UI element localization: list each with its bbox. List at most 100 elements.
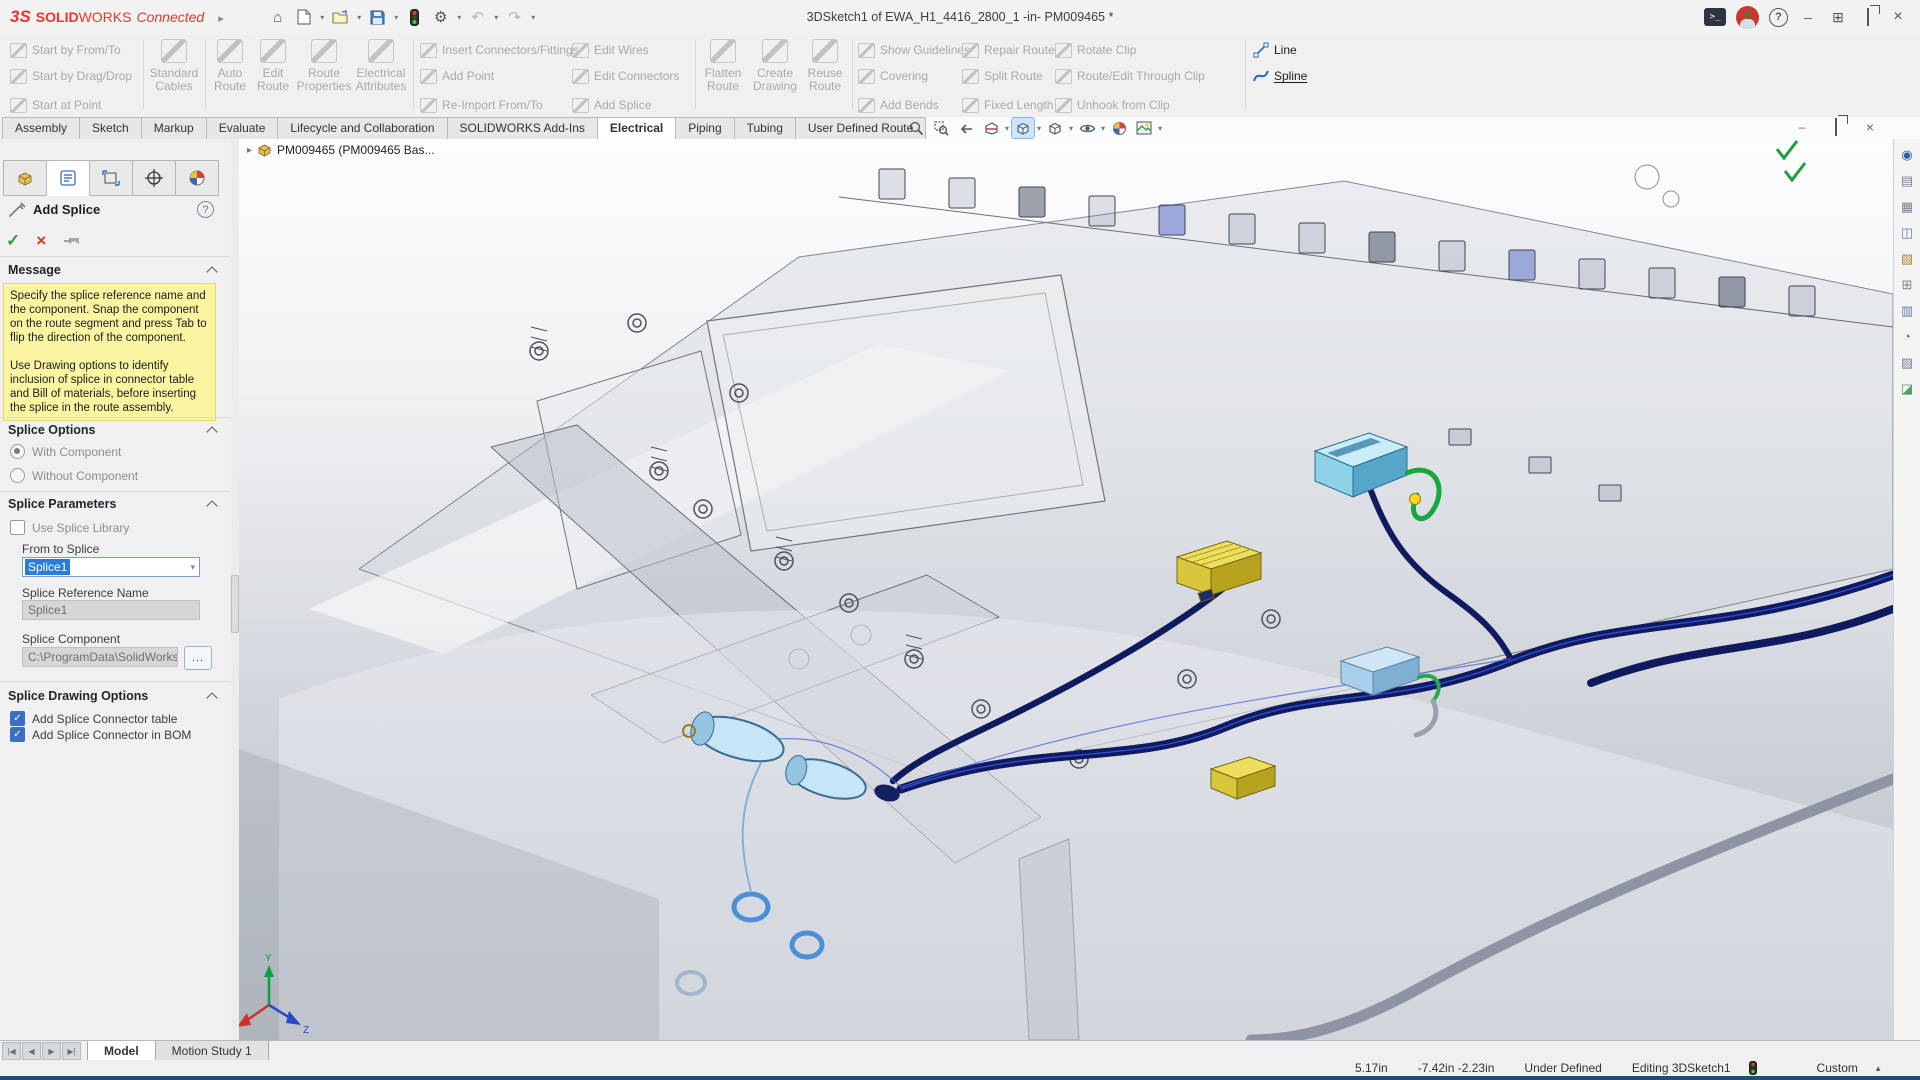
undo-dropdown-icon[interactable]: ▾: [492, 13, 501, 22]
hide-show-items-button[interactable]: [1076, 118, 1098, 138]
panel-help-button[interactable]: ?: [197, 201, 214, 218]
from-to-splice-combobox[interactable]: Splice1 ▾: [22, 557, 200, 577]
options-dropdown-icon[interactable]: ▾: [455, 13, 464, 22]
featuremanager-tab[interactable]: [3, 160, 47, 196]
view-settings-button[interactable]: [1133, 118, 1155, 138]
save-button[interactable]: [366, 5, 390, 29]
brand-expand-icon[interactable]: ▸: [218, 12, 224, 25]
edit-route-button[interactable]: Edit Route: [253, 39, 293, 93]
create-drawing-button[interactable]: Create Drawing: [748, 39, 802, 93]
close-button[interactable]: ×: [1888, 8, 1908, 26]
combo-dropdown-icon[interactable]: ▾: [190, 562, 195, 573]
zoom-to-area-button[interactable]: [930, 118, 952, 138]
split-route-button[interactable]: Split Route: [962, 66, 1043, 86]
browse-component-button[interactable]: ...: [184, 646, 212, 670]
tab-addins[interactable]: SOLIDWORKS Add-Ins: [447, 117, 598, 139]
status-configuration[interactable]: Custom: [1817, 1061, 1858, 1075]
custom-properties-tab-icon[interactable]: ⊞: [1898, 275, 1917, 294]
window-layout-button[interactable]: ⊞: [1828, 9, 1848, 26]
line-tool-button[interactable]: Line: [1253, 40, 1297, 60]
show-guidelines-button[interactable]: Show Guidelines: [858, 40, 970, 60]
restore-button[interactable]: [1858, 9, 1878, 25]
motion-study-tab[interactable]: Motion Study 1: [155, 1041, 269, 1061]
forum-tab-icon[interactable]: ▥: [1898, 301, 1917, 320]
3dexperience-tab-icon[interactable]: ◉: [1898, 145, 1917, 164]
lifecycle-status-button[interactable]: [403, 5, 427, 29]
design-library-tab-icon[interactable]: ▤: [1898, 171, 1917, 190]
without-component-radio[interactable]: Without Component: [10, 468, 138, 483]
file-explorer-tab-icon[interactable]: ▦: [1898, 197, 1917, 216]
user-avatar[interactable]: [1736, 6, 1759, 29]
repair-route-button[interactable]: Repair Route: [962, 40, 1055, 60]
splitter-handle-icon[interactable]: [231, 575, 239, 633]
view-orientation-dropdown-icon[interactable]: ▾: [1037, 124, 1041, 133]
doc-restore-button[interactable]: [1826, 119, 1846, 135]
pdm-tab-icon[interactable]: ▨: [1898, 353, 1917, 372]
zoom-to-fit-button[interactable]: [905, 118, 927, 138]
section-dropdown-icon[interactable]: ▾: [1005, 124, 1009, 133]
add-splice-connector-table-checkbox[interactable]: ✓ Add Splice Connector table: [10, 711, 177, 726]
start-by-dragdrop-button[interactable]: Start by Drag/Drop: [10, 66, 132, 86]
chassis-model[interactable]: [239, 181, 1893, 1040]
splice-drawing-options-header[interactable]: Splice Drawing Options: [8, 689, 222, 703]
flatten-route-button[interactable]: Flatten Route: [700, 39, 746, 93]
tab-lifecycle[interactable]: Lifecycle and Collaboration: [277, 117, 447, 139]
new-document-button[interactable]: [292, 5, 316, 29]
display-style-dropdown-icon[interactable]: ▾: [1069, 124, 1073, 133]
tab-assembly[interactable]: Assembly: [2, 117, 80, 139]
cancel-button[interactable]: ×: [36, 231, 46, 251]
pin-button[interactable]: [62, 234, 80, 248]
configuration-dropdown-icon[interactable]: ▴: [1876, 1063, 1881, 1074]
splice-parameters-header[interactable]: Splice Parameters: [8, 497, 222, 511]
display-style-button[interactable]: [1044, 118, 1066, 138]
unhook-from-clip-button[interactable]: Unhook from Clip: [1055, 95, 1170, 115]
options-button[interactable]: ⚙: [429, 5, 453, 29]
console-button[interactable]: >_: [1704, 8, 1726, 26]
tab-piping[interactable]: Piping: [675, 117, 734, 139]
start-at-point-button[interactable]: Start at Point: [10, 95, 101, 115]
open-dropdown-icon[interactable]: ▾: [355, 13, 364, 22]
section-view-button[interactable]: [980, 118, 1002, 138]
open-button[interactable]: [329, 5, 353, 29]
ok-button[interactable]: ✓: [6, 231, 20, 251]
ecad-tab-icon[interactable]: ◔: [1898, 327, 1917, 346]
route-through-clip-button[interactable]: Route/Edit Through Clip: [1055, 66, 1205, 86]
previous-view-button[interactable]: [955, 118, 977, 138]
new-dropdown-icon[interactable]: ▾: [318, 13, 327, 22]
route-properties-button[interactable]: Route Properties: [294, 39, 354, 93]
view-settings-dropdown-icon[interactable]: ▾: [1158, 124, 1162, 133]
hide-show-dropdown-icon[interactable]: ▾: [1101, 124, 1105, 133]
redo-button[interactable]: ↷: [503, 5, 527, 29]
start-by-fromto-button[interactable]: Start by From/To: [10, 40, 121, 60]
tab-sketch[interactable]: Sketch: [79, 117, 142, 139]
home-button[interactable]: ⌂: [266, 5, 290, 29]
first-sheet-button[interactable]: |◀: [2, 1042, 21, 1060]
reuse-route-button[interactable]: Reuse Route: [803, 39, 847, 93]
configurationmanager-tab[interactable]: [89, 160, 133, 196]
view-palette-tab-icon[interactable]: ◫: [1898, 223, 1917, 242]
last-sheet-button[interactable]: ▶|: [62, 1042, 81, 1060]
dimxpertmanager-tab[interactable]: [132, 160, 176, 196]
tab-tubing[interactable]: Tubing: [734, 117, 796, 139]
with-component-radio[interactable]: With Component: [10, 444, 121, 459]
doc-close-button[interactable]: ×: [1860, 119, 1880, 135]
fixed-length-button[interactable]: Fixed Length: [962, 95, 1053, 115]
feature-tree-flyout[interactable]: ▸ PM009465 (PM009465 Bas...: [247, 143, 434, 157]
splice-component-input[interactable]: C:\ProgramData\SolidWorks\S: [22, 647, 178, 667]
covering-button[interactable]: Covering: [858, 66, 928, 86]
message-section-header[interactable]: Message: [8, 263, 222, 277]
tree-expand-icon[interactable]: ▸: [247, 145, 252, 156]
splice-options-header[interactable]: Splice Options: [8, 423, 222, 437]
edit-appearance-button[interactable]: [1108, 118, 1130, 138]
tab-evaluate[interactable]: Evaluate: [206, 117, 279, 139]
spline-tool-button[interactable]: Spline: [1253, 66, 1307, 86]
displaymanager-tab[interactable]: [175, 160, 219, 196]
tab-markup[interactable]: Markup: [141, 117, 207, 139]
rotate-clip-button[interactable]: Rotate Clip: [1055, 40, 1136, 60]
graphics-viewport[interactable]: Y X Z ▸ PM009465 (PM009465 Bas...: [239, 139, 1893, 1040]
add-splice-button[interactable]: Add Splice: [572, 95, 651, 115]
reimport-fromto-button[interactable]: Re-Import From/To: [420, 95, 543, 115]
edit-wires-button[interactable]: Edit Wires: [572, 40, 649, 60]
appearances-tab-icon[interactable]: ▧: [1898, 249, 1917, 268]
add-point-button[interactable]: Add Point: [420, 66, 494, 86]
